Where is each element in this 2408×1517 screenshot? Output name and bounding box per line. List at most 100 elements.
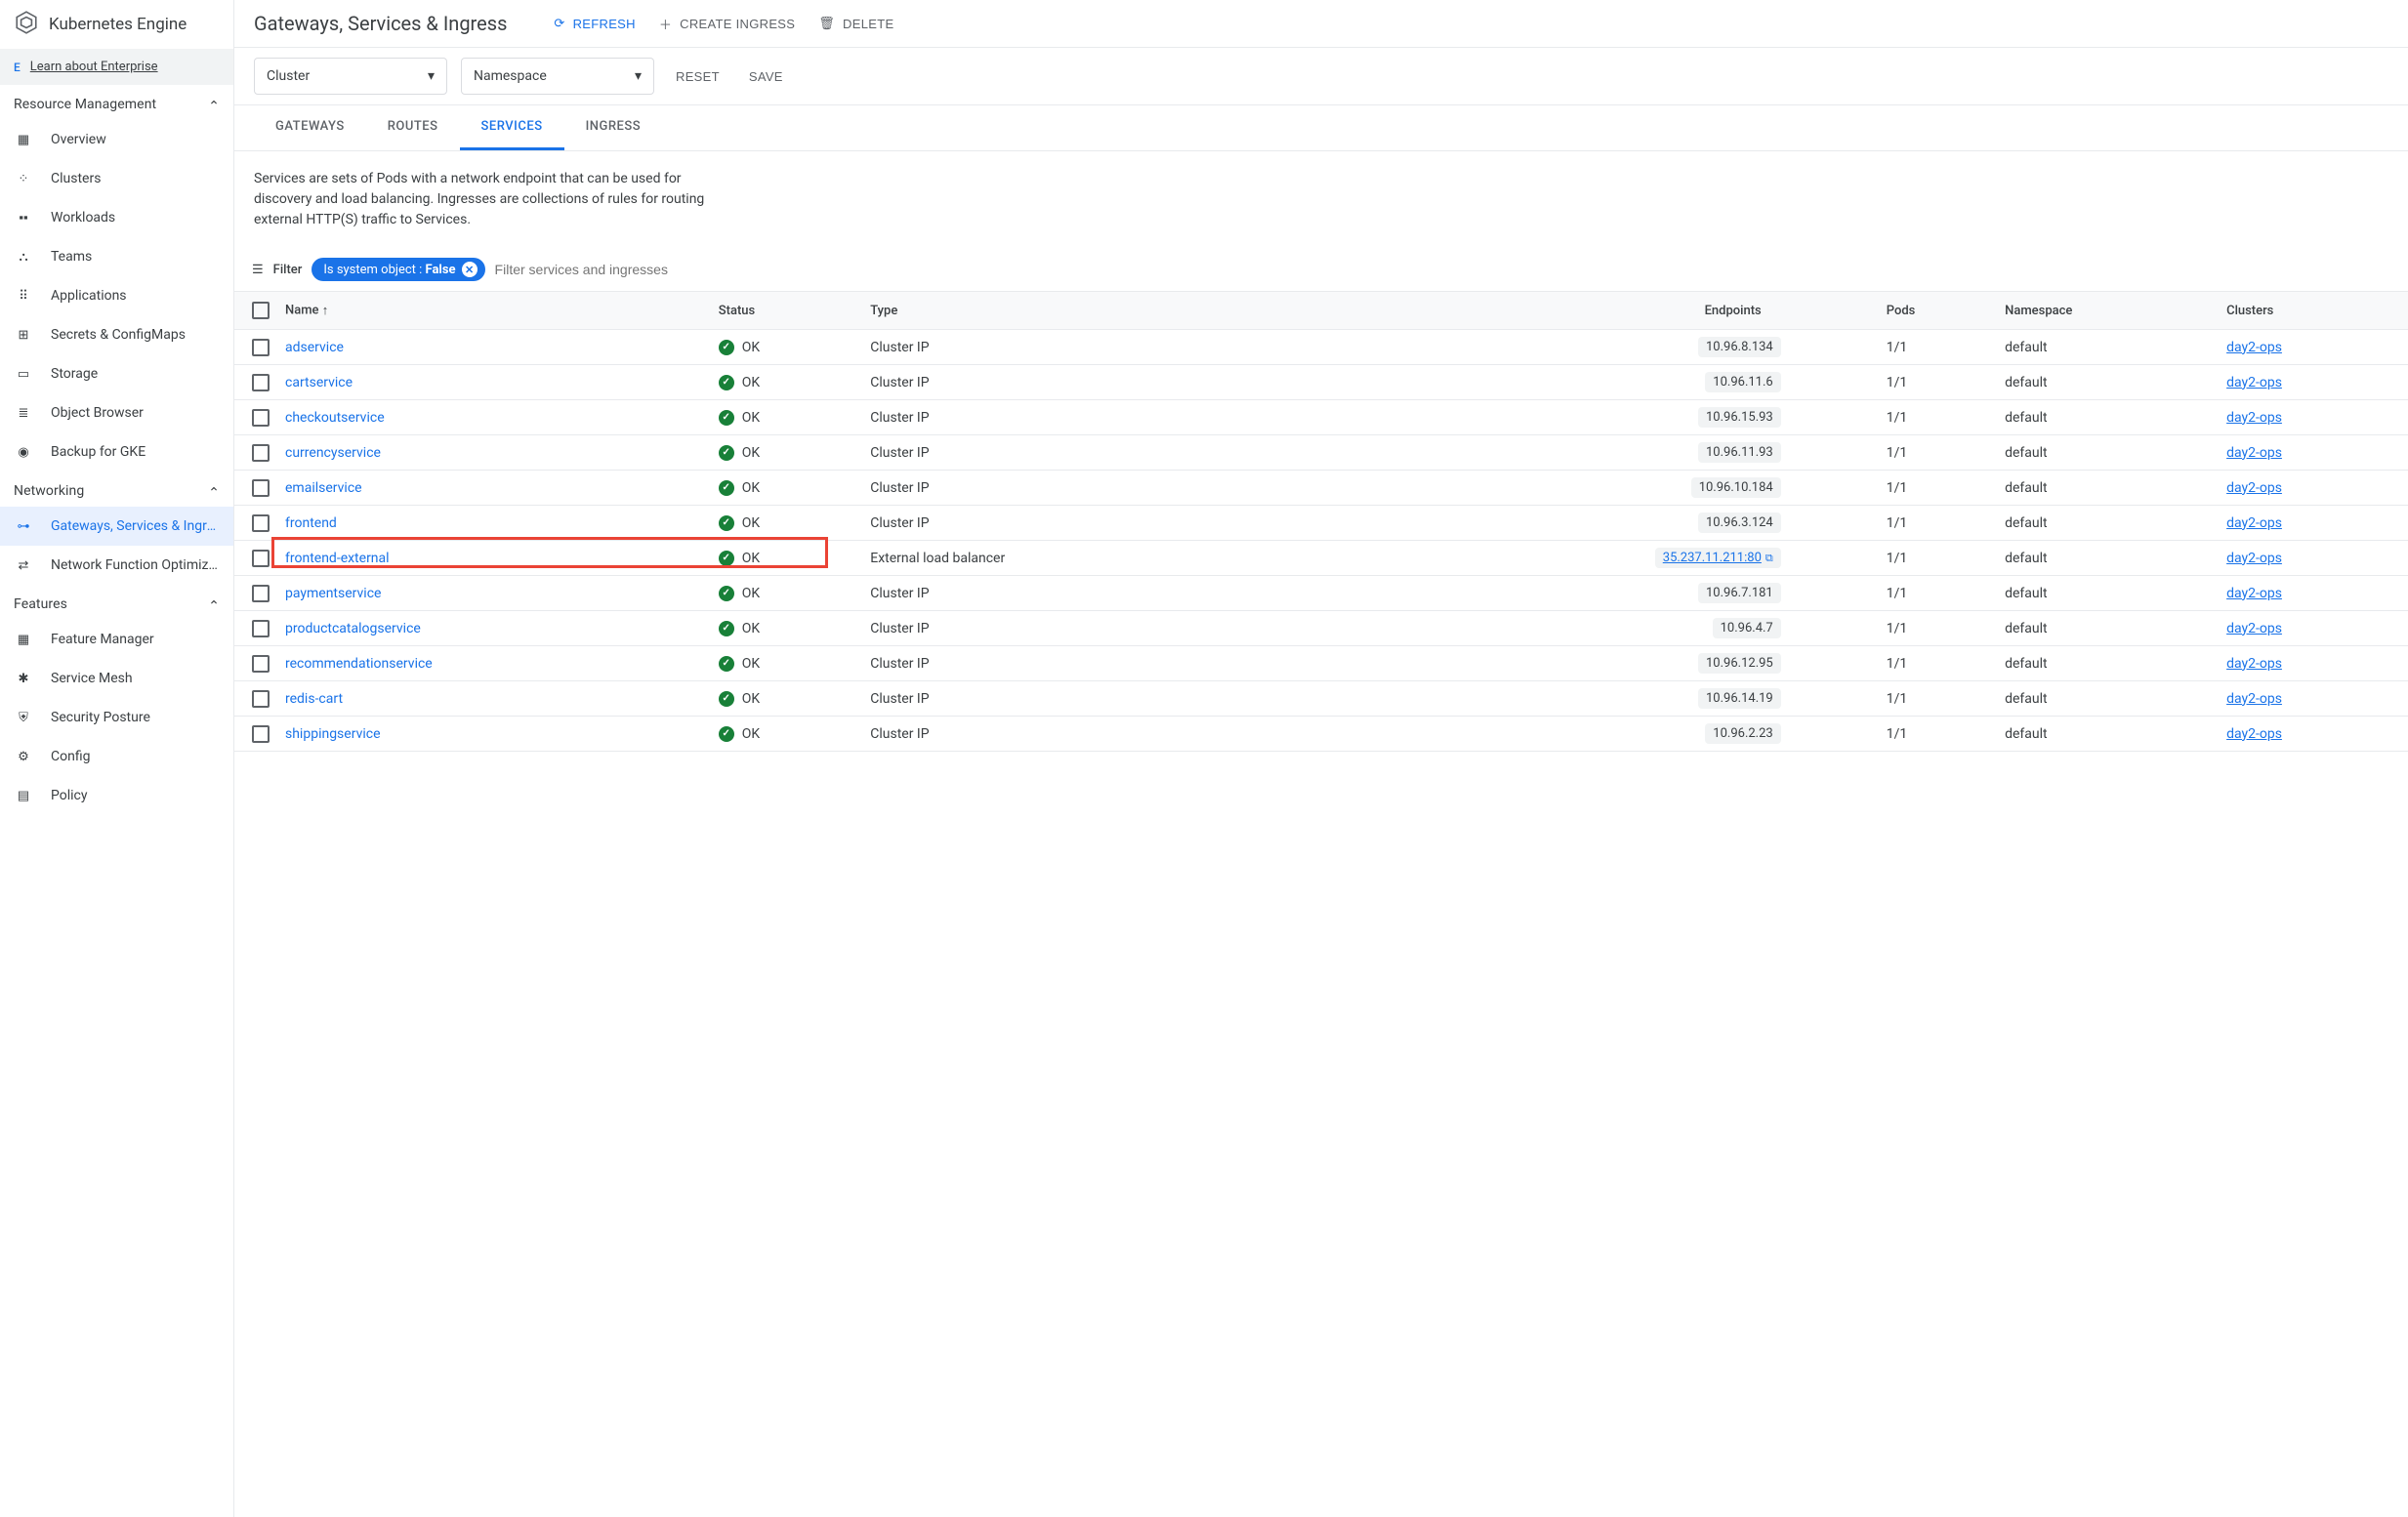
refresh-button[interactable]: ⟳REFRESH — [554, 16, 635, 31]
cluster-dropdown[interactable]: Cluster▾ — [254, 58, 447, 95]
endpoint-external[interactable]: 35.237.11.211:80⧉ — [1655, 548, 1781, 568]
namespace-cell: default — [1997, 611, 2219, 646]
nav-object-browser[interactable]: ≣Object Browser — [0, 393, 233, 432]
service-name-link[interactable]: adservice — [285, 340, 344, 355]
nav-policy[interactable]: ▤Policy — [0, 776, 233, 815]
service-name-link[interactable]: shippingservice — [285, 726, 381, 742]
nav-storage[interactable]: ▭Storage — [0, 354, 233, 393]
tab-gateways[interactable]: GATEWAYS — [254, 105, 366, 150]
cluster-link[interactable]: day2-ops — [2226, 445, 2282, 461]
row-checkbox[interactable] — [252, 444, 270, 462]
service-name-link[interactable]: frontend — [285, 515, 337, 531]
col-endpoints[interactable]: Endpoints — [1263, 292, 1879, 330]
cluster-link[interactable]: day2-ops — [2226, 586, 2282, 601]
row-checkbox[interactable] — [252, 409, 270, 427]
services-table: Name ↑ Status Type Endpoints Pods Namesp… — [234, 291, 2408, 752]
nav-security-posture[interactable]: ⛨Security Posture — [0, 698, 233, 737]
service-name-link[interactable]: checkoutservice — [285, 410, 385, 426]
cluster-link[interactable]: day2-ops — [2226, 621, 2282, 636]
nav-clusters[interactable]: ⁘Clusters — [0, 159, 233, 198]
cluster-link[interactable]: day2-ops — [2226, 551, 2282, 566]
chevron-up-icon: ⌄ — [208, 97, 220, 112]
description-text: Services are sets of Pods with a network… — [234, 151, 762, 248]
sidebar-title: Kubernetes Engine — [49, 15, 187, 34]
endpoint-badge: 10.96.8.134 — [1698, 337, 1781, 357]
nav-secrets[interactable]: ⊞Secrets & ConfigMaps — [0, 315, 233, 354]
reset-button[interactable]: RESET — [668, 69, 727, 84]
endpoint-badge: 10.96.14.19 — [1698, 688, 1781, 709]
row-checkbox[interactable] — [252, 550, 270, 567]
service-name-link[interactable]: paymentservice — [285, 586, 381, 601]
nav-workloads[interactable]: ▪▪Workloads — [0, 198, 233, 237]
row-checkbox[interactable] — [252, 620, 270, 637]
cluster-link[interactable]: day2-ops — [2226, 410, 2282, 426]
service-name-link[interactable]: frontend-external — [285, 551, 390, 566]
nav-overview[interactable]: ▦Overview — [0, 120, 233, 159]
delete-button[interactable]: 🗑DELETE — [818, 16, 893, 31]
service-name-link[interactable]: currencyservice — [285, 445, 381, 461]
status-cell: OK — [719, 340, 854, 355]
nav-backup[interactable]: ◉Backup for GKE — [0, 432, 233, 472]
section-networking[interactable]: Networking ⌄ — [0, 472, 233, 507]
tab-services[interactable]: SERVICES — [460, 105, 564, 150]
storage-icon: ▭ — [14, 364, 33, 384]
namespace-cell: default — [1997, 717, 2219, 752]
nav-network-function[interactable]: ⇄Network Function Optimiz… — [0, 546, 233, 585]
row-checkbox[interactable] — [252, 374, 270, 391]
col-pods[interactable]: Pods — [1879, 292, 1997, 330]
nav-config[interactable]: ⚙Config — [0, 737, 233, 776]
chip-close-icon[interactable]: ✕ — [462, 262, 477, 277]
row-checkbox[interactable] — [252, 479, 270, 497]
service-name-link[interactable]: recommendationservice — [285, 656, 433, 672]
cluster-link[interactable]: day2-ops — [2226, 656, 2282, 672]
namespace-dropdown[interactable]: Namespace▾ — [461, 58, 654, 95]
status-cell: OK — [719, 410, 854, 426]
nav-service-mesh[interactable]: ✱Service Mesh — [0, 659, 233, 698]
pods-cell: 1/1 — [1879, 576, 1997, 611]
security-icon: ⛨ — [14, 708, 33, 727]
overview-icon: ▦ — [14, 130, 33, 149]
col-name[interactable]: Name ↑ — [277, 292, 711, 330]
tab-ingress[interactable]: INGRESS — [564, 105, 663, 150]
row-checkbox[interactable] — [252, 690, 270, 708]
col-namespace[interactable]: Namespace — [1997, 292, 2219, 330]
status-ok-icon — [719, 340, 734, 355]
service-name-link[interactable]: productcatalogservice — [285, 621, 421, 636]
filter-chip[interactable]: Is system object : False ✕ — [311, 258, 484, 281]
cluster-link[interactable]: day2-ops — [2226, 691, 2282, 707]
service-name-link[interactable]: emailservice — [285, 480, 362, 496]
gke-logo-icon — [14, 10, 39, 39]
row-checkbox[interactable] — [252, 725, 270, 743]
row-checkbox[interactable] — [252, 655, 270, 673]
tab-routes[interactable]: ROUTES — [366, 105, 460, 150]
row-checkbox[interactable] — [252, 585, 270, 602]
row-checkbox[interactable] — [252, 339, 270, 356]
select-all-checkbox[interactable] — [252, 302, 270, 319]
cluster-link[interactable]: day2-ops — [2226, 515, 2282, 531]
status-ok-icon — [719, 375, 734, 390]
col-clusters[interactable]: Clusters — [2219, 292, 2408, 330]
nav-gateways-services-ingress[interactable]: ⊶Gateways, Services & Ingre… — [0, 507, 233, 546]
nav-feature-manager[interactable]: ▦Feature Manager — [0, 620, 233, 659]
cluster-link[interactable]: day2-ops — [2226, 340, 2282, 355]
type-cell: Cluster IP — [862, 506, 1263, 541]
col-status[interactable]: Status — [711, 292, 862, 330]
row-checkbox[interactable] — [252, 514, 270, 532]
namespace-cell: default — [1997, 681, 2219, 717]
save-button[interactable]: SAVE — [741, 69, 791, 84]
section-features[interactable]: Features ⌄ — [0, 585, 233, 620]
cluster-link[interactable]: day2-ops — [2226, 375, 2282, 390]
cluster-link[interactable]: day2-ops — [2226, 480, 2282, 496]
service-name-link[interactable]: cartservice — [285, 375, 353, 390]
col-type[interactable]: Type — [862, 292, 1263, 330]
section-resource-management[interactable]: Resource Management ⌄ — [0, 85, 233, 120]
nav-applications[interactable]: ⠿Applications — [0, 276, 233, 315]
filter-input[interactable] — [495, 262, 749, 277]
nav-teams[interactable]: ⛬Teams — [0, 237, 233, 276]
namespace-cell: default — [1997, 471, 2219, 506]
namespace-cell: default — [1997, 400, 2219, 435]
enterprise-link[interactable]: E Learn about Enterprise — [0, 49, 233, 85]
cluster-link[interactable]: day2-ops — [2226, 726, 2282, 742]
service-name-link[interactable]: redis-cart — [285, 691, 343, 707]
create-ingress-button[interactable]: ＋CREATE INGRESS — [659, 15, 795, 33]
